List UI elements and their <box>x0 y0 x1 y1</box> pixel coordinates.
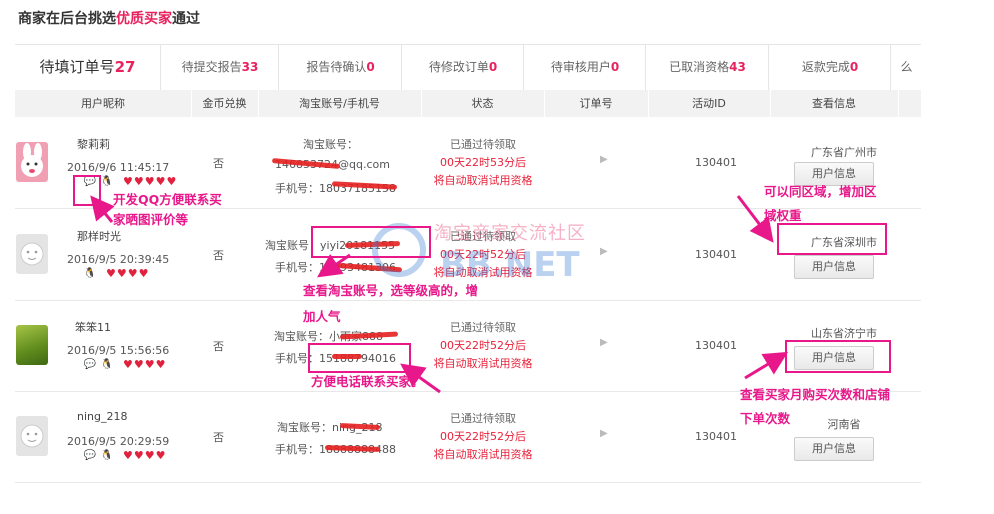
annotation-line: 下单次数 <box>740 411 791 426</box>
annotation-line: 查看买家月购买次数和店铺 <box>740 387 891 402</box>
annotation-taobao: 查看淘宝账号，选等级高的，增 加人气 <box>303 278 478 330</box>
arrow-info <box>744 351 789 380</box>
annotation-line: 家晒图评价等 <box>113 212 189 227</box>
arrow-qq <box>90 195 115 223</box>
annotation-line: 域权重 <box>764 208 802 223</box>
annotation-line: 查看淘宝账号，选等级高的，增 <box>303 283 479 298</box>
annotation-qq: 开发QQ方便联系买 家晒图评价等 <box>113 190 222 230</box>
arrow-taobao <box>317 253 351 278</box>
annotation-phone: 方便电话联系买家。 <box>311 374 424 389</box>
annotation-line: 加人气 <box>303 309 341 324</box>
annotation-info: 查看买家月购买次数和店铺 下单次数 <box>740 383 890 431</box>
annotation-arrows <box>90 195 789 394</box>
annotation-line: 可以同区域，增加区 <box>764 184 877 199</box>
annotation-line: 开发QQ方便联系买 <box>113 192 222 207</box>
annotation-region: 可以同区域，增加区 域权重 <box>764 180 877 228</box>
